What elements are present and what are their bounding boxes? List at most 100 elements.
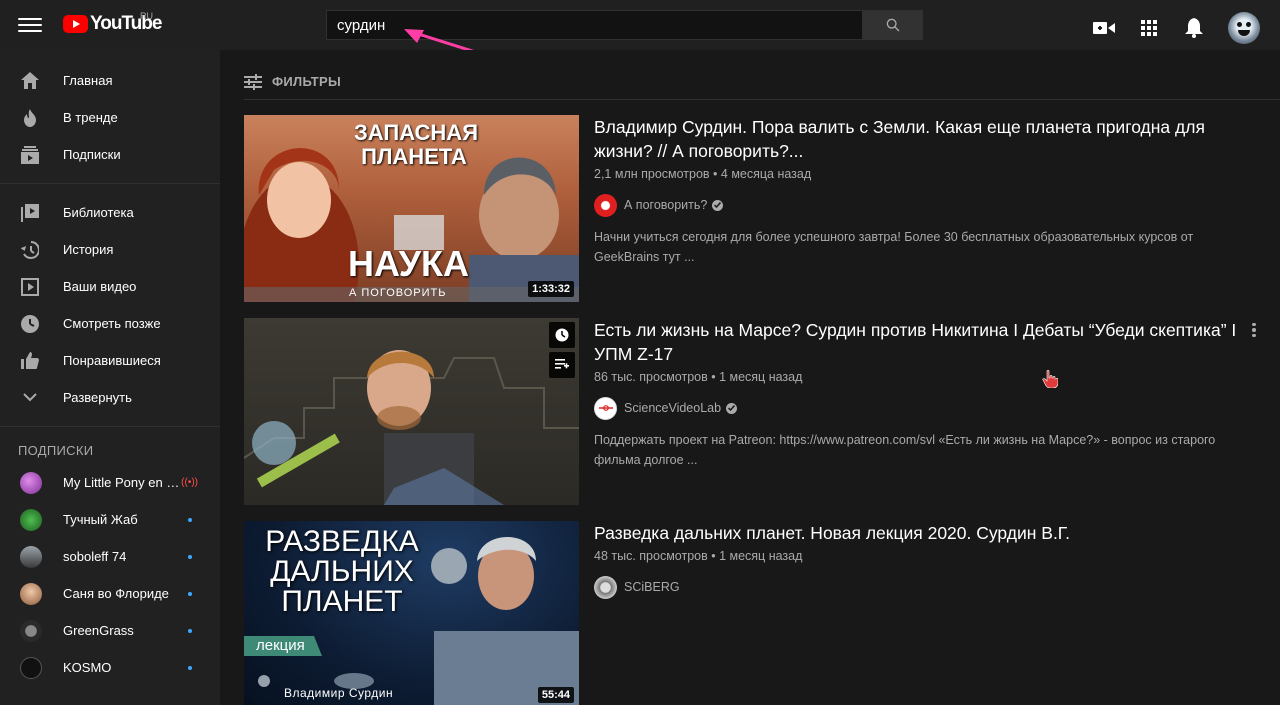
channel-logo-icon (598, 405, 613, 411)
video-info: Владимир Сурдин. Пора валить с Земли. Ка… (594, 115, 1254, 267)
sidebar-item-watch-later[interactable]: Смотреть позже (0, 305, 220, 342)
flame-icon (20, 108, 40, 128)
channel-name[interactable]: ScienceVideoLab (624, 401, 721, 415)
sidebar-item-home[interactable]: Главная (0, 62, 220, 99)
subscription-name: GreenGrass (63, 623, 134, 638)
new-content-dot (188, 517, 192, 522)
verified-icon (712, 199, 724, 211)
chevron-down-icon (20, 388, 40, 408)
video-title[interactable]: Есть ли жизнь на Марсе? Сурдин против Ни… (594, 318, 1254, 366)
video-meta: 86 тыс. просмотров • 1 месяц назад (594, 370, 803, 384)
verified-icon (726, 402, 738, 414)
subscription-name: KOSMO (63, 660, 112, 675)
new-content-dot (188, 591, 192, 596)
live-icon: ((•)) (181, 477, 198, 488)
sidebar-item-your-videos[interactable]: Ваши видео (0, 268, 220, 305)
hand-cursor-icon (1042, 370, 1058, 388)
apps-button[interactable] (1137, 16, 1161, 40)
thumbnail-title-text: ЗАПАСНАЯ ПЛАНЕТА (354, 120, 479, 169)
video-info: Есть ли жизнь на Марсе? Сурдин против Ни… (594, 318, 1256, 470)
subscription-item[interactable]: KOSMO (0, 649, 220, 686)
subscription-item[interactable]: soboleff 74 (0, 538, 220, 575)
your-videos-icon (20, 277, 40, 297)
video-action-menu-button[interactable] (1244, 320, 1264, 340)
search-button[interactable] (863, 10, 923, 40)
channel-row: ScienceVideoLab (594, 396, 1254, 420)
sidebar-item-label: История (63, 242, 114, 257)
channel-name[interactable]: SCiBERG (624, 580, 680, 594)
account-avatar[interactable] (1228, 12, 1260, 44)
thumb-up-icon (20, 351, 40, 371)
video-meta: 2,1 млн просмотров • 4 месяца назад (594, 167, 812, 181)
subscription-item[interactable]: GreenGrass (0, 612, 220, 649)
sidebar-item-liked[interactable]: Понравившиеся (0, 342, 220, 379)
video-title[interactable]: Разведка дальних планет. Новая лекция 20… (594, 521, 1254, 545)
channel-row: А поговорить? (594, 193, 1254, 217)
new-content-dot (188, 554, 192, 559)
sidebar-item-history[interactable]: История (0, 231, 220, 268)
video-thumbnail[interactable] (244, 318, 579, 505)
sidebar-item-subscriptions[interactable]: Подписки (0, 136, 220, 173)
subscription-item[interactable]: Саня во Флориде (0, 575, 220, 612)
header-actions (1071, 12, 1260, 44)
channel-avatar[interactable] (594, 193, 617, 217)
channel-avatar (20, 582, 42, 605)
menu-icon[interactable] (18, 14, 42, 36)
thumbnail-bottom-text: Владимир Сурдин (284, 686, 394, 700)
youtube-logo[interactable]: YouTube RU (63, 11, 162, 34)
thumbnail-art (244, 350, 579, 505)
sidebar-item-trending[interactable]: В тренде (0, 99, 220, 136)
video-result: ЗАПАСНАЯ ПЛАНЕТА НАУКА А ПОГОВОРИТЬ 1:33… (244, 115, 1254, 303)
subscription-name: Саня во Флориде (63, 586, 169, 601)
new-content-dot (188, 628, 192, 633)
youtube-play-icon (63, 15, 88, 33)
video-description: Поддержать проект на Patreon: https://ww… (594, 433, 1216, 467)
channel-avatar (20, 545, 42, 568)
thumbnail-logo-text: НАУКА (348, 243, 469, 284)
video-thumbnail[interactable]: РАЗВЕДКА ДАЛЬНИХ ПЛАНЕТ лекция Владимир … (244, 521, 579, 705)
sidebar-item-label: В тренде (63, 110, 118, 125)
thumbnail-title-text: РАЗВЕДКА ДАЛЬНИХ ПЛАНЕТ (265, 525, 419, 618)
subscription-name: Тучный Жаб (63, 512, 138, 527)
apps-grid-icon (1141, 20, 1157, 36)
notifications-button[interactable] (1182, 16, 1206, 40)
sidebar-item-expand[interactable]: Развернуть (0, 379, 220, 416)
video-thumbnail[interactable]: ЗАПАСНАЯ ПЛАНЕТА НАУКА А ПОГОВОРИТЬ 1:33… (244, 115, 579, 302)
channel-row: SCiBERG (594, 575, 1254, 599)
subscription-item[interactable]: Тучный Жаб (0, 501, 220, 538)
add-to-queue-icon (555, 359, 569, 369)
video-description: Начни учиться сегодня для более успешног… (594, 230, 1194, 264)
video-title[interactable]: Владимир Сурдин. Пора валить с Земли. Ка… (594, 115, 1254, 163)
region-label: RU (140, 11, 153, 21)
channel-avatar[interactable] (594, 575, 617, 599)
filters-label: ФИЛЬТРЫ (272, 74, 342, 89)
channel-avatar (20, 508, 42, 531)
subscription-name: My Little Pony en E... (63, 475, 183, 490)
filter-sliders-icon (244, 73, 262, 90)
video-duration: 55:44 (537, 687, 574, 703)
sidebar-item-label: Развернуть (63, 390, 132, 405)
video-info: Разведка дальних планет. Новая лекция 20… (594, 521, 1254, 599)
subscription-item[interactable]: My Little Pony en E... ((•)) (0, 464, 220, 501)
filters-button[interactable]: ФИЛЬТРЫ (244, 72, 1280, 100)
sidebar-item-label: Главная (63, 73, 113, 88)
video-camera-icon (1093, 22, 1115, 34)
sidebar-divider (0, 183, 220, 184)
video-result: Есть ли жизнь на Марсе? Сурдин против Ни… (244, 318, 1256, 506)
home-icon (20, 71, 40, 91)
search-icon (886, 18, 899, 32)
clock-icon (555, 328, 569, 342)
channel-avatar (20, 471, 42, 494)
sidebar-item-label: Понравившиеся (63, 353, 161, 368)
masthead: YouTube RU (0, 0, 1280, 50)
create-video-button[interactable] (1092, 16, 1116, 40)
add-to-queue-button[interactable] (549, 352, 575, 378)
thumbnail-tag-text: лекция (256, 637, 305, 654)
watch-later-button[interactable] (549, 322, 575, 348)
sidebar-item-library[interactable]: Библиотека (0, 194, 220, 231)
sidebar-item-label: Ваши видео (63, 279, 137, 294)
sidebar-item-label: Библиотека (63, 205, 134, 220)
channel-avatar[interactable] (594, 396, 617, 420)
search-results: ФИЛЬТРЫ ЗАПАСНАЯ ПЛАНЕТА НАУКА А ПОГОВОР… (220, 50, 1280, 705)
channel-name[interactable]: А поговорить? (624, 198, 707, 212)
